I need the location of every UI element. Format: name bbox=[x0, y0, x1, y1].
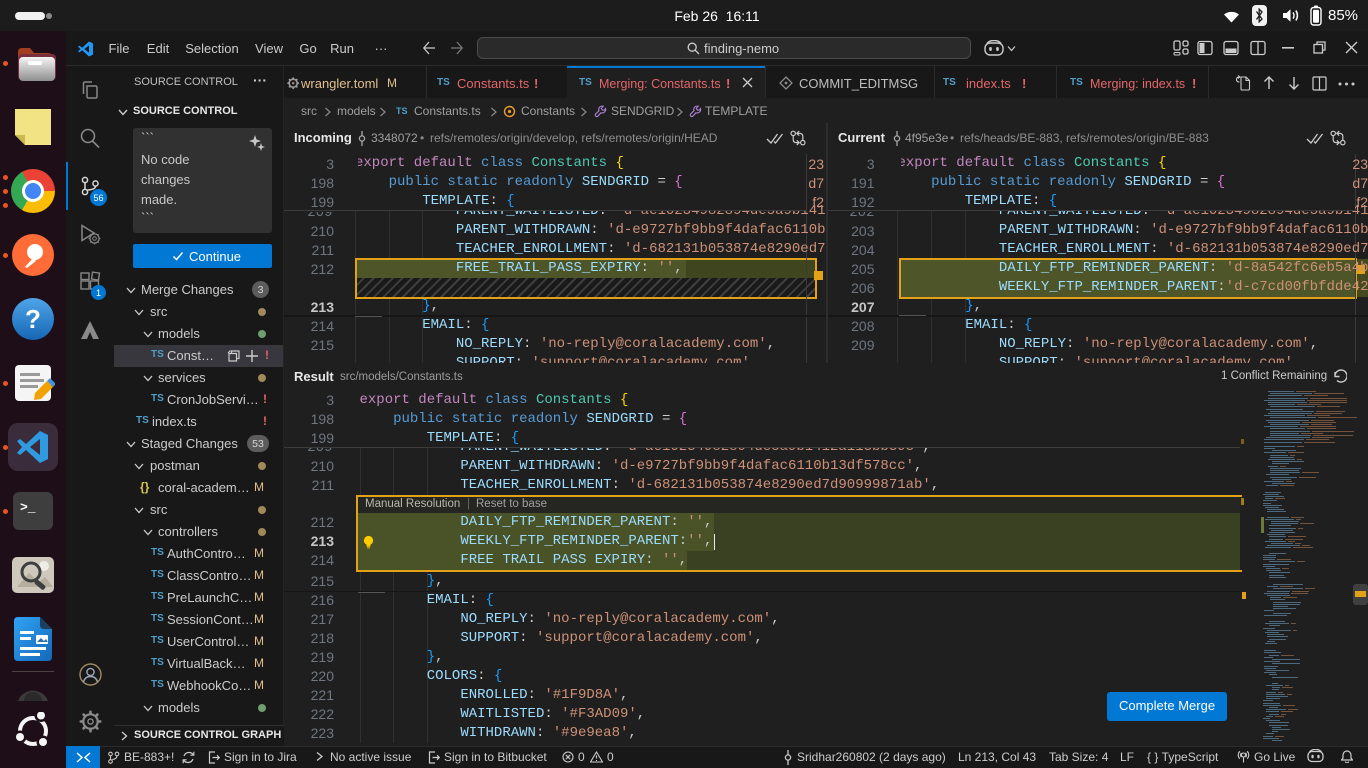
svg-text:?: ? bbox=[25, 304, 41, 334]
svg-text:>_: >_ bbox=[20, 500, 36, 515]
